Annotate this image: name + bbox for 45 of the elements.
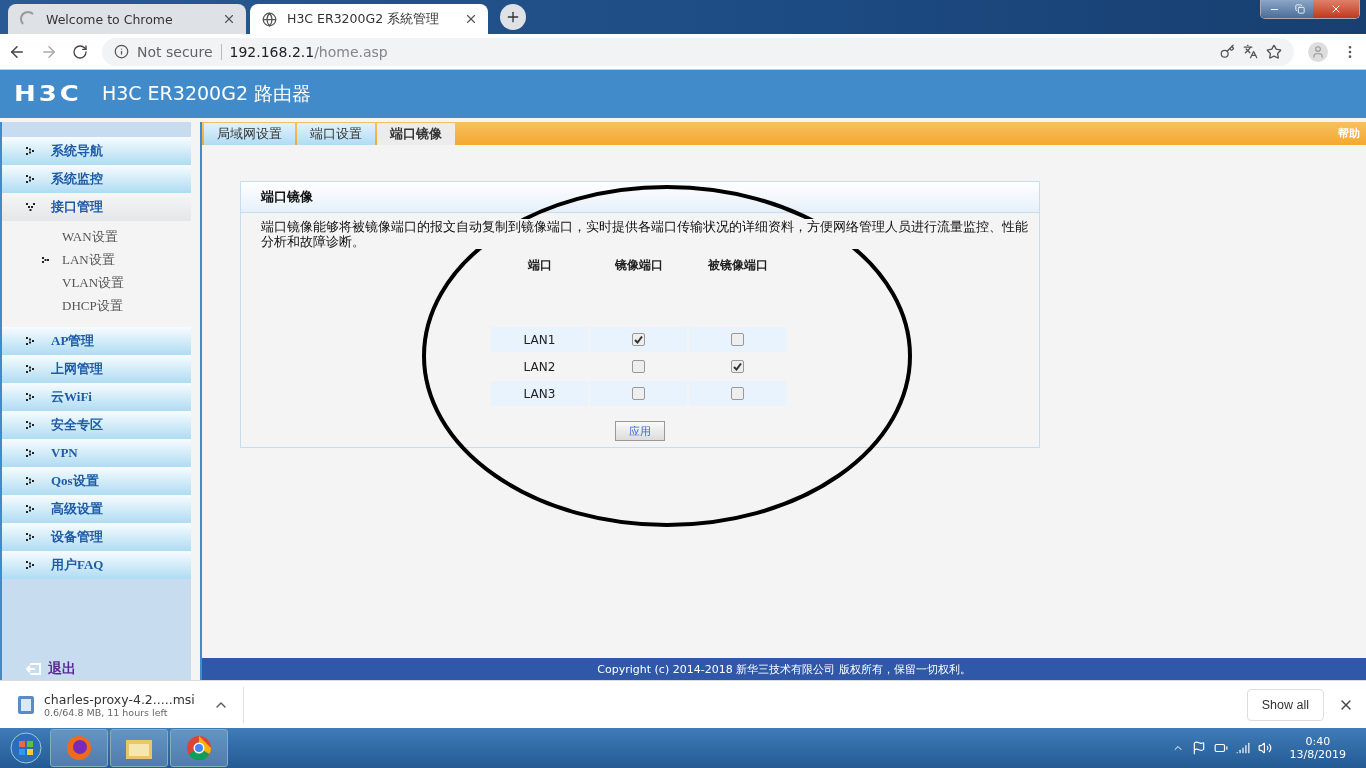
- table-cell-text: LAN2: [522, 358, 557, 376]
- menu-item[interactable]: Qos设置: [2, 467, 191, 495]
- browser-tab[interactable]: Welcome to Chrome: [8, 4, 246, 34]
- menu-item[interactable]: 设备管理: [2, 523, 191, 551]
- address-bar[interactable]: Not secure 192.168.2.1/home.asp: [102, 37, 1294, 66]
- apply-button[interactable]: 应用: [615, 421, 665, 441]
- description: 端口镜像能够将被镜像端口的报文自动复制到镜像端口，实时提供各端口传输状况的详细资料，方便网络管理人员进行流量监控、性能分析和故障诊断。: [261, 219, 1029, 249]
- menu-item[interactable]: 高级设置: [2, 495, 191, 523]
- logout-link[interactable]: 退出: [48, 660, 76, 678]
- clock-date: 13/8/2019: [1289, 748, 1346, 761]
- submenu-item[interactable]: DHCP设置: [62, 296, 123, 315]
- menu-item[interactable]: AP管理: [2, 327, 191, 355]
- app-title: H3C ER3200G2 路由器: [101, 81, 312, 106]
- copyright-footer: Copyright (c) 2014-2018 新华三技术有限公司 版权所有，保留一切权利。: [202, 658, 1366, 680]
- page-tab[interactable]: 端口设置: [297, 123, 375, 145]
- column-header: 端口: [526, 257, 553, 274]
- menu-item[interactable]: 云WiFi: [2, 383, 191, 411]
- submenu-item[interactable]: WAN设置: [62, 227, 118, 246]
- menu-item[interactable]: 安全专区: [2, 411, 191, 439]
- file-name: charles-proxy-4.2.....msi: [44, 691, 195, 707]
- submenu-item[interactable]: LAN设置: [62, 250, 115, 269]
- column-header: 被镜像端口: [706, 257, 769, 274]
- security-label: Not secure: [137, 43, 222, 60]
- browser-tab[interactable]: H3C ER3200G2 系統管理: [250, 4, 488, 34]
- menu-item[interactable]: 上网管理: [2, 355, 191, 383]
- download-status: 0.6/64.8 MB, 11 hours left: [44, 706, 168, 718]
- column-header: 镜像端口: [613, 257, 664, 274]
- table-cell: LAN1: [491, 327, 588, 352]
- tab-title: Welcome to Chrome: [46, 11, 174, 27]
- menu-item[interactable]: 系统监控: [2, 165, 191, 193]
- submenu-item[interactable]: VLAN设置: [62, 273, 125, 292]
- tab-title: H3C ER3200G2 系統管理: [287, 10, 441, 28]
- table-cell: LAN3: [491, 381, 588, 406]
- clock-time: 0:40: [1305, 735, 1331, 748]
- menu-item[interactable]: 系统导航: [2, 137, 191, 165]
- logo: H3C: [14, 82, 82, 106]
- page-tab[interactable]: 端口镜像: [377, 123, 455, 145]
- panel-title: 端口镜像: [261, 188, 313, 206]
- show-all-button[interactable]: Show all: [1246, 688, 1324, 721]
- menu-item[interactable]: 接口管理: [2, 193, 191, 221]
- menu-item[interactable]: 用户FAQ: [2, 551, 191, 579]
- url-text: 192.168.2.1/home.asp: [229, 43, 388, 60]
- menu-item[interactable]: VPN: [2, 439, 191, 467]
- download-item[interactable]: charles-proxy-4.2.....msi 0.6/64.8 MB, 11 hours left: [16, 686, 244, 723]
- page-tab[interactable]: 局域网设置: [204, 123, 295, 145]
